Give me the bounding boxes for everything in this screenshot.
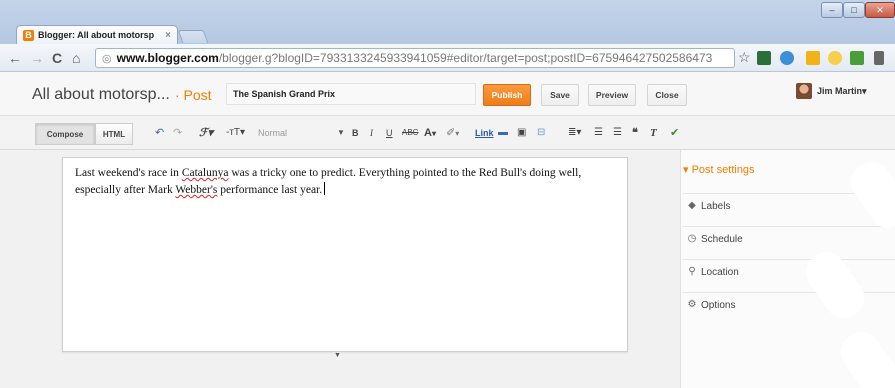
align-icon[interactable]: ≣▾ <box>568 127 581 139</box>
preview-button[interactable]: Preview <box>588 84 636 106</box>
extension-icon[interactable] <box>806 51 820 65</box>
sidebar-item-schedule[interactable]: ◷ Schedule <box>683 226 895 252</box>
home-icon[interactable]: ⌂ <box>72 50 80 66</box>
extension-icon[interactable] <box>828 51 842 65</box>
compose-mode-button[interactable]: Compose <box>35 123 95 145</box>
reload-icon[interactable]: C <box>52 50 62 66</box>
italic-icon[interactable]: I <box>370 127 373 139</box>
text-caret <box>324 182 326 195</box>
misspelled-word: Webber's <box>175 184 218 196</box>
maximize-button[interactable]: □ <box>843 2 865 18</box>
strikethrough-icon[interactable]: ABC <box>402 127 418 139</box>
post-body-line: Last weekend's race in Catalunya was a t… <box>75 165 615 182</box>
chevron-down-icon[interactable]: ▼ <box>337 128 345 137</box>
close-button[interactable]: Close <box>647 84 687 106</box>
post-body-line: especially after Mark Webber's performan… <box>75 182 615 199</box>
quote-icon[interactable]: ❝ <box>632 127 638 139</box>
pin-icon: ⚲ <box>688 266 696 277</box>
text-run: performance last year. <box>217 184 323 196</box>
redo-icon[interactable]: ↷ <box>173 127 182 139</box>
page-icon: ◎ <box>102 52 112 65</box>
tab-title: Blogger: All about motorsp <box>38 30 155 40</box>
extension-icon[interactable] <box>850 51 864 65</box>
undo-icon[interactable]: ↶ <box>155 127 164 139</box>
window-close-button[interactable]: ✕ <box>865 2 895 18</box>
resize-handle-icon[interactable]: ▼ <box>334 352 341 359</box>
url-path: /blogger.g?blogID=7933133245933941059#ed… <box>218 51 713 65</box>
bold-icon[interactable]: B <box>352 127 359 139</box>
browser-toolbar: ← → C ⌂ ◎ www.blogger.com /blogger.g?blo… <box>0 44 895 72</box>
wrench-icon[interactable] <box>874 51 884 65</box>
bulleted-list-icon[interactable]: ☰ <box>613 127 622 139</box>
sidebar-item-label: Schedule <box>701 234 743 245</box>
image-icon[interactable]: ▬ <box>498 127 508 139</box>
sidebar-item-location[interactable]: ⚲ Location <box>683 259 895 285</box>
back-icon[interactable]: ← <box>8 50 22 66</box>
link-button[interactable]: Link <box>475 127 494 139</box>
blog-name[interactable]: All about motorsp... <box>32 86 170 104</box>
jump-break-icon[interactable]: ⊟ <box>537 127 545 139</box>
avatar[interactable] <box>796 83 812 99</box>
new-tab-button[interactable] <box>177 30 209 43</box>
sidebar-item-label: Options <box>701 300 736 311</box>
minimize-button[interactable]: – <box>821 2 843 18</box>
text-run: especially after Mark <box>75 184 176 196</box>
forward-icon[interactable]: → <box>30 50 44 66</box>
numbered-list-icon[interactable]: ☰ <box>594 127 603 139</box>
bookmark-star-icon[interactable]: ☆ <box>738 49 751 66</box>
post-title-input[interactable]: The Spanish Grand Prix <box>226 83 476 105</box>
text-run: Last weekend's race in <box>75 167 182 179</box>
post-settings-label: Post settings <box>691 164 755 176</box>
highlight-icon[interactable]: ✐▾ <box>446 127 459 140</box>
sidebar-item-label: Labels <box>701 201 731 212</box>
remove-formatting-icon[interactable]: T <box>650 127 657 139</box>
tab-close-icon[interactable]: × <box>165 30 171 41</box>
tag-icon: ◆ <box>688 200 696 211</box>
sidebar-item-label: Location <box>701 267 739 278</box>
browser-titlebar: B Blogger: All about motorsp × – □ ✕ <box>0 0 895 44</box>
browser-tab[interactable]: B Blogger: All about motorsp × <box>16 25 178 44</box>
blogger-favicon-icon: B <box>23 29 34 41</box>
clock-icon: ◷ <box>687 233 697 244</box>
html-mode-button[interactable]: HTML <box>95 123 133 145</box>
spellcheck-icon[interactable]: ✔ <box>670 127 679 139</box>
publish-button[interactable]: Publish <box>483 84 531 106</box>
post-settings-heading[interactable]: ▾ Post settings <box>683 163 755 176</box>
video-icon[interactable]: ▣ <box>517 127 526 139</box>
misspelled-word: Catalunya <box>181 167 229 179</box>
format-toolbar: Compose HTML ↶ ↷ ℱ▾ -тT▾ Normal ▼ B I U … <box>0 116 895 150</box>
save-button[interactable]: Save <box>541 84 579 106</box>
url-host: www.blogger.com <box>116 51 219 65</box>
post-link[interactable]: · Post <box>175 87 212 103</box>
font-size-icon[interactable]: -тT▾ <box>226 127 245 139</box>
font-family-icon[interactable]: ℱ▾ <box>199 127 213 139</box>
gear-icon: ⚙ <box>687 299 697 310</box>
format-select[interactable]: Normal <box>258 128 348 138</box>
blogger-header: All about motorsp... · Post The Spanish … <box>0 72 895 116</box>
extension-icon[interactable] <box>757 51 771 65</box>
text-run: was a tricky one to predict. Everything … <box>228 167 582 179</box>
address-bar[interactable]: ◎ www.blogger.com /blogger.g?blogID=7933… <box>95 48 735 68</box>
post-body-editor[interactable]: Last weekend's race in Catalunya was a t… <box>62 157 628 352</box>
underline-icon[interactable]: U <box>386 127 393 139</box>
text-color-icon[interactable]: A▾ <box>424 127 436 140</box>
user-menu[interactable]: Jim Martin▾ <box>817 86 867 97</box>
extension-icon[interactable] <box>780 51 794 65</box>
